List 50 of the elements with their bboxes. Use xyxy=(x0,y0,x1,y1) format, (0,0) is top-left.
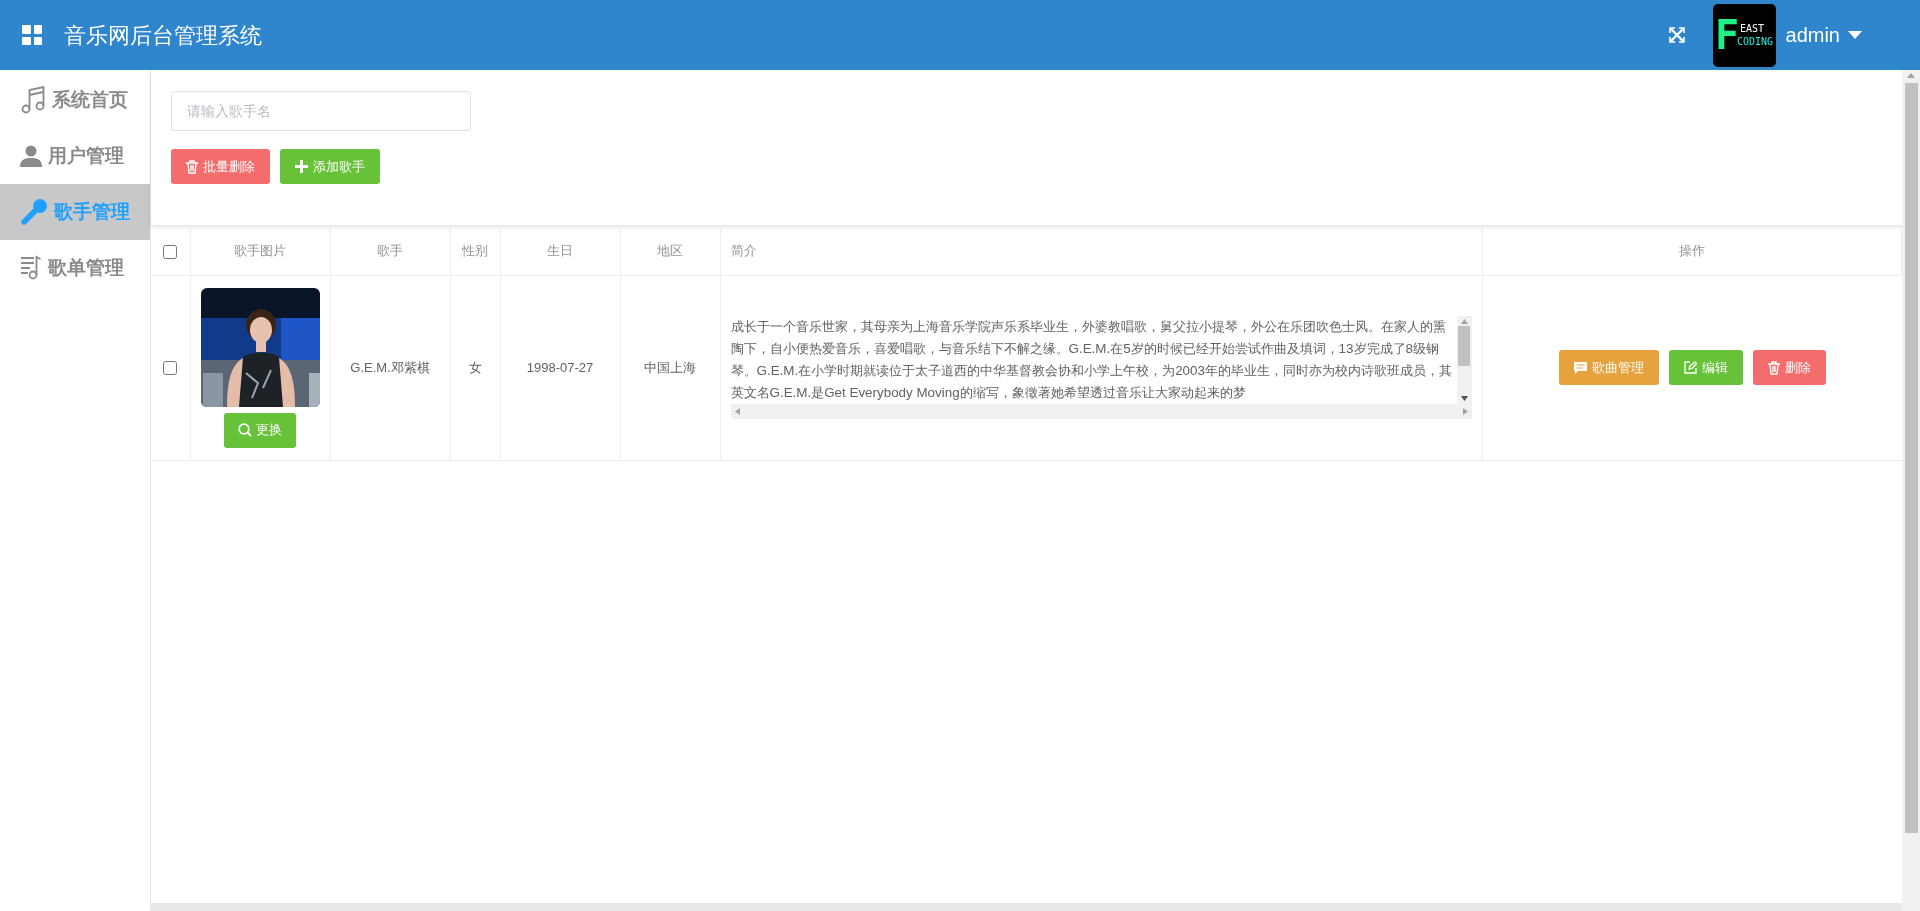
column-header: 性别 xyxy=(462,243,488,258)
user-menu[interactable]: admin xyxy=(1785,20,1862,50)
horizontal-scrollbar[interactable] xyxy=(730,404,1472,419)
logo-text: EAST xyxy=(1740,22,1766,35)
table-cell: G.E.M.邓紫棋 xyxy=(350,359,430,375)
table-cell: 女 xyxy=(468,359,482,375)
column-header: 地区 xyxy=(657,243,683,258)
change-button[interactable]: 更换 xyxy=(224,412,296,448)
app-title: 音乐网后台管理系统 xyxy=(64,21,262,50)
add-button[interactable]: 添加歌手 xyxy=(280,149,380,184)
table-cell: 中国上海 xyxy=(644,359,696,375)
scroll-up-icon[interactable] xyxy=(1460,319,1468,324)
search-field[interactable]: 请输入歌手名 xyxy=(171,91,471,131)
trash-icon xyxy=(1767,360,1780,375)
delete-button[interactable]: 批量删除 xyxy=(171,149,270,184)
sidebar-item[interactable]: 歌手管理 xyxy=(0,184,150,240)
intro-text: 成长于一个音乐世家，其母亲为上海音乐学院声乐系毕业生，外婆教唱歌，舅父拉小提琴，外公在乐团吹色士风。在家人的熏陶下，自小便热爱音乐，喜爱唱歌，与音乐结下不解之缘。G.E.M.在5岁的时候已经开始尝试作曲及填词，13岁完成了8级钢琴。G.E.M.在小学时期就读位于太子道西的中华基督教会协和小学上午校，为2003年的毕业生，同时亦为校内诗歌班成员，其英文名G.E.M.是Get Everybody Moving的缩写，象徵著她希望透过音乐让大家动起来的梦 xyxy=(730,318,1453,402)
scroll-right-icon[interactable] xyxy=(1462,408,1468,415)
caret-icon xyxy=(1848,31,1862,39)
edit-icon xyxy=(1683,361,1697,374)
column-header: 歌手 xyxy=(377,243,403,258)
column-header: 歌手图片 xyxy=(234,243,286,258)
microphone-icon xyxy=(20,198,48,226)
scroll-up-icon[interactable] xyxy=(1907,73,1915,78)
search-icon xyxy=(238,423,252,437)
column-header: 生日 xyxy=(547,243,573,258)
select-all-checkbox[interactable] xyxy=(163,244,178,259)
logo-text: CODING xyxy=(1737,35,1774,48)
menu-icon[interactable] xyxy=(22,25,42,45)
music-note-icon xyxy=(20,86,46,114)
scroll-left-icon[interactable] xyxy=(734,408,740,415)
delete-button[interactable]: 删除 xyxy=(1752,350,1826,385)
plus-icon xyxy=(295,160,308,173)
message-icon xyxy=(1573,361,1587,374)
sidebar-item[interactable]: 用户管理 xyxy=(0,128,150,184)
column-header: 操作 xyxy=(1678,243,1705,258)
vertical-scrollbar[interactable] xyxy=(1456,316,1472,404)
edit-button[interactable]: 编辑 xyxy=(1668,350,1743,385)
sidebar-item[interactable]: 系统首页 xyxy=(0,72,150,128)
table-cell: 1998-07-27 xyxy=(526,359,594,375)
column-header: 简介 xyxy=(730,243,757,258)
sidebar-item[interactable]: 歌单管理 xyxy=(0,240,150,296)
playlist-icon xyxy=(20,255,42,281)
user-icon xyxy=(20,145,42,167)
scroll-down-icon[interactable] xyxy=(1460,396,1468,401)
row-checkbox[interactable] xyxy=(163,361,178,376)
fullscreen-icon[interactable] xyxy=(1668,27,1685,43)
page-scrollbar[interactable] xyxy=(1902,70,1920,911)
songs-button[interactable]: 歌曲管理 xyxy=(1558,350,1659,385)
trash-icon xyxy=(186,159,198,174)
